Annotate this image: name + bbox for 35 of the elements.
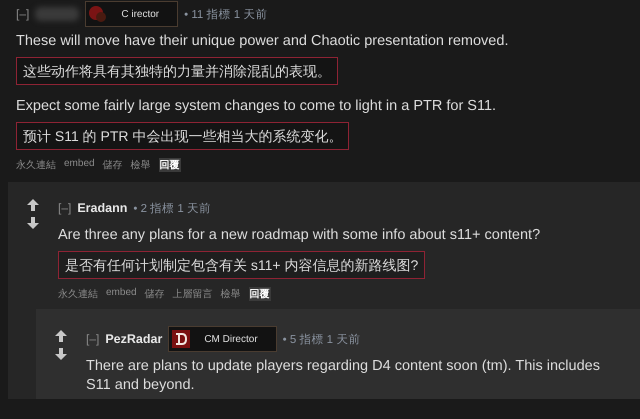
translation-box: 预计 S11 的 PTR 中会出现一些相当大的系统变化。	[16, 122, 350, 150]
user-flair: C irector	[85, 1, 178, 27]
translation-box: 是否有任何计划制定包含有关 s11+ 内容信息的新路线图?	[58, 251, 426, 279]
comment-action-link[interactable]: 永久連結	[16, 158, 56, 172]
collapse-toggle[interactable]: [–]	[58, 201, 72, 215]
points-and-time: • 2 指標 1 天前	[133, 202, 211, 216]
comment-action-link[interactable]: 檢舉	[130, 158, 151, 172]
collapse-toggle[interactable]: [–]	[86, 332, 100, 346]
upvote-icon[interactable]	[54, 329, 68, 343]
comment-text: Expect some fairly large system changes to come to light in a PTR for S11.	[16, 97, 498, 116]
user-flair: CM Director	[168, 326, 277, 352]
comment-action-link[interactable]: 回覆	[158, 158, 181, 172]
blurred-flair-icon	[89, 5, 108, 23]
comment-action-link[interactable]: 儲存	[144, 287, 165, 301]
d-logo-icon	[172, 330, 190, 348]
username[interactable]: Eradann	[77, 201, 128, 215]
comment-action-link[interactable]: 檢舉	[220, 287, 241, 301]
upvote-icon[interactable]	[26, 198, 40, 212]
comment-text: These will move have their unique power and Chaotic presentation removed.	[16, 32, 510, 51]
username[interactable]: PezRadar	[105, 332, 162, 346]
points-and-time: • 11 指標 1 天前	[184, 8, 268, 22]
comment-action-link[interactable]: 儲存	[102, 158, 123, 172]
translation-box: 这些动作将具有其独特的力量并消除混乱的表现。	[16, 57, 338, 85]
comment-action-link[interactable]: 上層留言	[172, 287, 213, 301]
comment-action-link[interactable]: embed	[64, 158, 95, 172]
blurred-username	[35, 7, 80, 21]
downvote-icon[interactable]	[54, 347, 68, 361]
downvote-icon[interactable]	[26, 216, 40, 230]
comment-text: Are three any plans for a new roadmap with some info about s11+ content?	[58, 226, 542, 245]
collapse-toggle[interactable]: [–]	[16, 7, 30, 21]
comment-action-link[interactable]: 回覆	[248, 287, 271, 301]
comment-action-link[interactable]: embed	[106, 287, 137, 301]
comment-action-link[interactable]: 永久連結	[58, 287, 98, 301]
comment-text: There are plans to update players regarding D4 content soon (tm). This includes S11 and beyond.	[86, 357, 601, 395]
points-and-time: • 5 指標 1 天前	[282, 332, 360, 346]
